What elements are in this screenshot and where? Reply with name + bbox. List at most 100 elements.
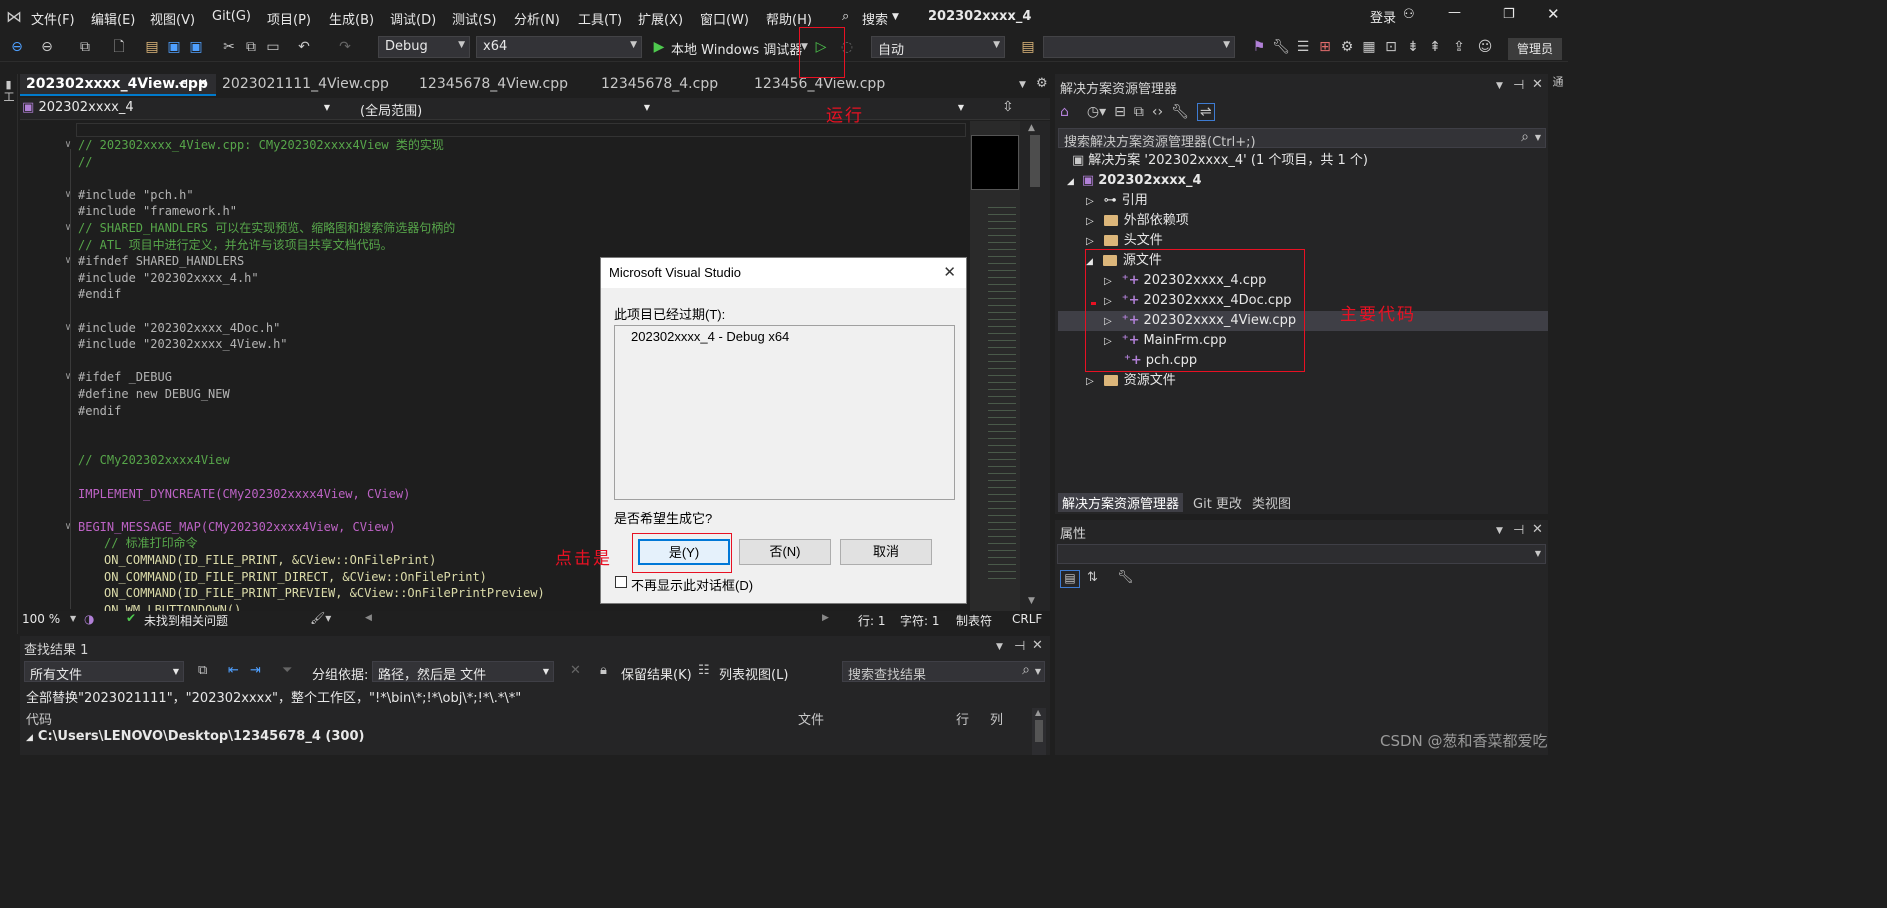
menu-extensions[interactable]: 扩展(X): [638, 9, 683, 28]
scroll-down-icon[interactable]: ▼: [1028, 596, 1035, 606]
close-icon[interactable]: ✕: [1532, 522, 1543, 537]
tool7-icon[interactable]: ⊡: [1382, 38, 1400, 56]
resources-node[interactable]: ▷ 资源文件: [1086, 371, 1176, 391]
copilot-icon[interactable]: ◑: [84, 612, 94, 626]
tab-202302xxxx-4view[interactable]: 202302xxxx_4View.cpp ⊣ ✕: [20, 74, 216, 96]
folder-icon[interactable]: ▤: [1019, 38, 1037, 56]
menu-debug[interactable]: 调试(D): [390, 9, 436, 28]
no-button[interactable]: 否(N): [739, 539, 831, 565]
login-link[interactable]: 登录: [1370, 7, 1396, 26]
save-all-icon[interactable]: ▣: [187, 38, 205, 56]
split-icon[interactable]: ⇳: [1002, 99, 1014, 115]
close-icon[interactable]: ✕: [943, 263, 956, 281]
headers-node[interactable]: ▷ 头文件: [1086, 231, 1163, 251]
outdated-list[interactable]: 202302xxxx_4 - Debug x64: [614, 325, 955, 500]
external-deps-node[interactable]: ▷ 外部依赖项: [1086, 211, 1189, 231]
empty-select[interactable]: ▼: [1043, 36, 1235, 58]
menu-analyze[interactable]: 分析(N): [514, 9, 560, 28]
platform-select[interactable]: x64 ▼: [476, 36, 642, 58]
chevron-down-icon[interactable]: ▼: [70, 614, 76, 623]
scroll-thumb[interactable]: [1030, 135, 1040, 187]
col-line[interactable]: 行: [956, 709, 969, 728]
back-icon[interactable]: ⊖: [8, 38, 26, 56]
categorized-icon[interactable]: ▤: [1060, 570, 1080, 588]
tool5-icon[interactable]: ⚙: [1338, 38, 1356, 56]
tool1-icon[interactable]: ⚑: [1250, 38, 1268, 56]
solution-search-box[interactable]: 搜索解决方案资源管理器(Ctrl+;) ⌕ ▼: [1058, 128, 1546, 150]
code-icon[interactable]: ‹›: [1152, 104, 1163, 120]
menu-window[interactable]: 窗口(W): [700, 9, 749, 28]
dont-show-checkbox[interactable]: [615, 576, 627, 588]
menu-project[interactable]: 项目(P): [267, 9, 311, 28]
notifications-tab[interactable]: 通: [1551, 76, 1565, 106]
project-nav-select[interactable]: ▣ 202302xxxx_4 ▼: [20, 99, 336, 119]
chevron-down-icon[interactable]: ▼: [1035, 667, 1041, 676]
chevron-down-icon[interactable]: ▼: [1496, 81, 1503, 91]
solution-root[interactable]: ▣ 解决方案 '202302xxxx_4' (1 个项目，共 1 个): [1072, 151, 1368, 171]
copy-icon[interactable]: ⧉: [198, 663, 207, 678]
eol-mode[interactable]: CRLF: [1012, 612, 1042, 626]
run-target-button[interactable]: 本地 Windows 调试器: [671, 39, 802, 58]
paste-icon[interactable]: ▭: [264, 38, 282, 56]
col-column[interactable]: 列: [990, 709, 1003, 728]
redo-icon[interactable]: ↷: [336, 38, 354, 56]
save-icon[interactable]: ▣: [165, 38, 183, 56]
auto-select[interactable]: 自动 ▼: [871, 36, 1005, 58]
menu-test[interactable]: 测试(S): [452, 9, 496, 28]
pin-icon[interactable]: ⊣: [1513, 78, 1524, 93]
settings-icon[interactable]: ⚙: [1036, 76, 1048, 91]
prev-result-icon[interactable]: ⇤: [228, 663, 239, 678]
tab-class-view[interactable]: 类视图: [1252, 493, 1291, 512]
home-icon[interactable]: ⌂: [1060, 104, 1069, 120]
scroll-right-icon[interactable]: ▶: [822, 613, 829, 623]
account-icon[interactable]: ⚇: [1403, 7, 1415, 22]
forward-icon[interactable]: ⊖: [38, 38, 56, 56]
search-menu[interactable]: 搜索: [862, 9, 888, 28]
close-icon[interactable]: ✕: [198, 76, 208, 90]
share-icon[interactable]: ⇪: [1450, 38, 1468, 56]
scroll-left-icon[interactable]: ◀: [365, 613, 372, 623]
pin-icon[interactable]: ⊣: [178, 77, 188, 90]
pin-icon[interactable]: ⊣: [1513, 523, 1524, 538]
menu-view[interactable]: 视图(V): [150, 9, 195, 28]
tab-git-changes[interactable]: Git 更改: [1193, 493, 1242, 512]
undo-icon[interactable]: ↶: [295, 38, 313, 56]
char-number[interactable]: 字符: 1: [900, 612, 940, 629]
start-debug-icon[interactable]: ▶: [650, 38, 668, 56]
project-node[interactable]: ◢ ▣ 202302xxxx_4: [1067, 171, 1202, 191]
tab-12345678-4[interactable]: 12345678_4.cpp: [595, 74, 724, 96]
menu-file[interactable]: 文件(F): [31, 9, 75, 28]
references-node[interactable]: ▷ ⊶ 引用: [1086, 191, 1148, 211]
close-window-icon[interactable]: ✕: [1547, 5, 1560, 23]
scope-nav-select[interactable]: (全局范围) ▼: [340, 99, 656, 119]
group-by-select[interactable]: 路径，然后是 文件 ▼: [372, 661, 554, 683]
alphabetical-icon[interactable]: ⇅: [1087, 570, 1098, 585]
new-project-icon[interactable]: ⧉: [76, 38, 94, 56]
clear-icon[interactable]: ✕: [570, 663, 581, 678]
search-icon[interactable]: ⌕: [1022, 662, 1030, 678]
properties-wrench-icon[interactable]: 🔧︎: [1171, 104, 1189, 120]
keep-results-toggle[interactable]: 保留结果(K): [621, 664, 692, 683]
menu-tools[interactable]: 工具(T): [578, 9, 622, 28]
properties-object-select[interactable]: ▼: [1057, 544, 1546, 564]
chevron-down-icon[interactable]: ▼: [996, 642, 1003, 652]
list-view-icon[interactable]: ☷: [698, 663, 710, 678]
next-result-icon[interactable]: ⇥: [250, 663, 261, 678]
property-pages-icon[interactable]: 🔧︎: [1117, 570, 1134, 585]
tab-solution-explorer[interactable]: 解决方案资源管理器: [1058, 492, 1184, 512]
toolbox-icon[interactable]: ⊞: [1316, 38, 1334, 56]
filter-icon[interactable]: ⏷: [282, 663, 292, 678]
brush-icon[interactable]: 🖌︎▾: [310, 611, 331, 625]
close-icon[interactable]: ✕: [1032, 638, 1043, 653]
tool3-icon[interactable]: ☰: [1294, 38, 1312, 56]
result-row[interactable]: ◢ C:\Users\LENOVO\Desktop\12345678_4 (300…: [26, 729, 364, 744]
menu-help[interactable]: 帮助(H): [766, 9, 812, 28]
feedback-icon[interactable]: ☺: [1476, 38, 1494, 56]
close-icon[interactable]: ✕: [1532, 77, 1543, 92]
collapse-icon[interactable]: ⊟: [1114, 104, 1126, 120]
line-number[interactable]: 行: 1: [858, 612, 886, 629]
tool8-icon[interactable]: ⇟: [1404, 38, 1422, 56]
dont-show-label[interactable]: 不再显示此对话框(D): [631, 575, 753, 594]
preview-icon[interactable]: ⇌: [1196, 103, 1215, 121]
zoom-level[interactable]: 100 %: [22, 612, 60, 626]
